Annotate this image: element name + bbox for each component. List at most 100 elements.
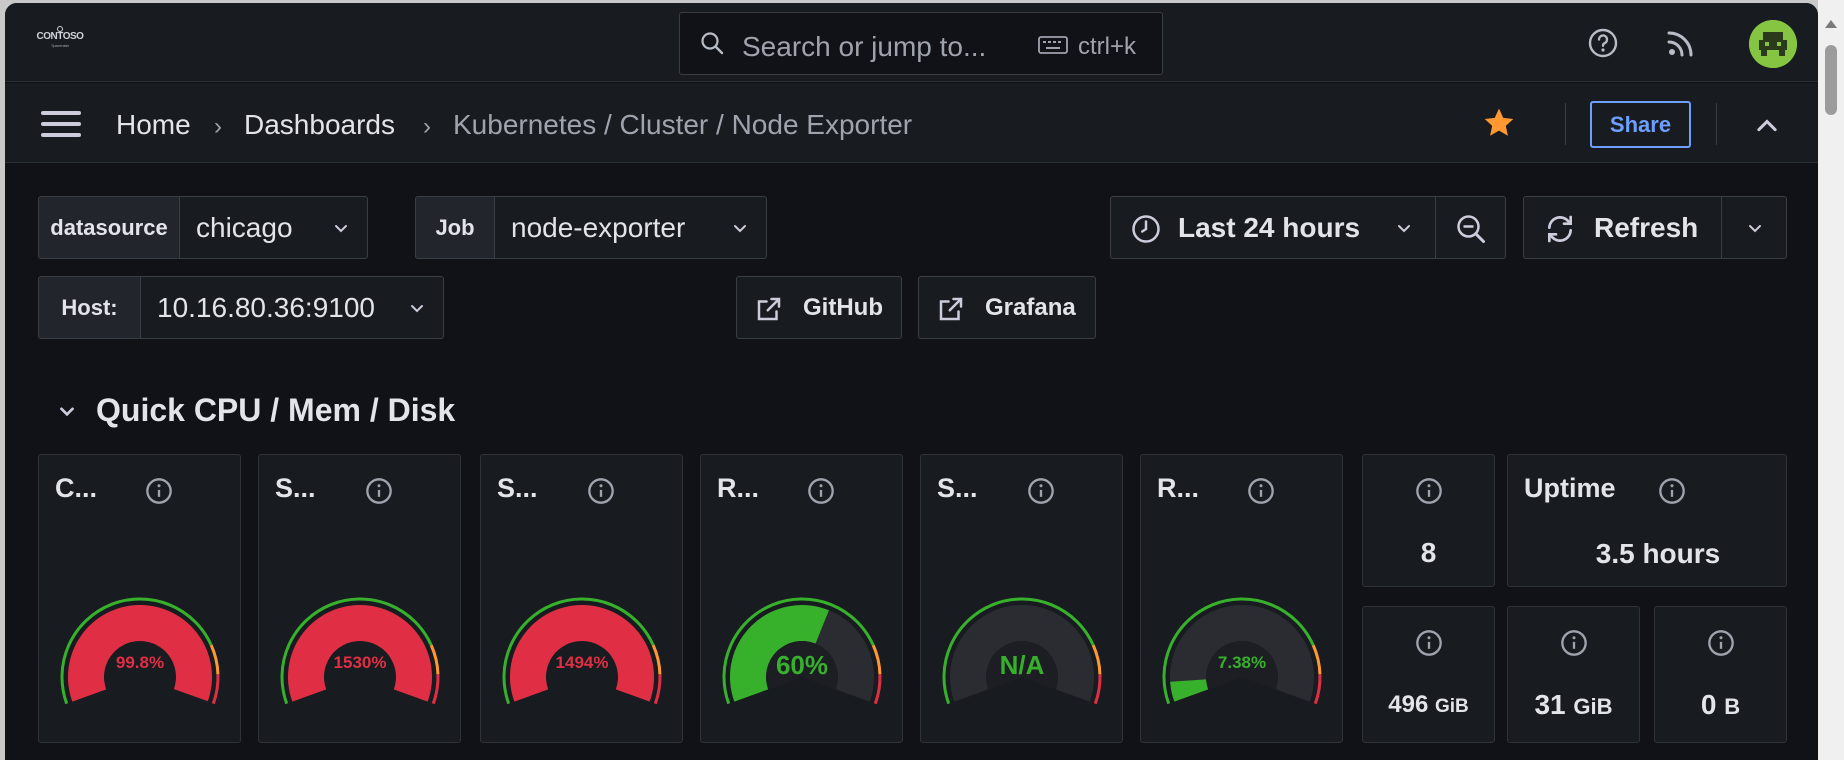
info-icon[interactable] bbox=[1415, 477, 1443, 505]
grafana-link-button[interactable]: Grafana bbox=[918, 276, 1096, 339]
gauge-panel[interactable]: R... 7.38% bbox=[1140, 454, 1343, 743]
root-fs-total-panel[interactable]: 496 GiB bbox=[1362, 606, 1495, 743]
github-link-button[interactable]: GitHub bbox=[736, 276, 902, 339]
refresh-button[interactable]: Refresh bbox=[1523, 196, 1722, 259]
menu-icon[interactable] bbox=[41, 111, 81, 137]
star-icon[interactable] bbox=[1482, 106, 1516, 140]
ram-total-panel[interactable]: 31 GiB bbox=[1507, 606, 1640, 743]
breadcrumb-home[interactable]: Home bbox=[116, 109, 191, 141]
uptime-title: Uptime bbox=[1524, 473, 1616, 503]
chevron-down-icon bbox=[411, 305, 423, 313]
gauge-panel[interactable]: S... 1494% bbox=[480, 454, 683, 743]
datasource-value: chicago bbox=[196, 212, 293, 243]
panel-title: R... bbox=[717, 473, 760, 503]
swap-total-unit: B bbox=[1724, 694, 1741, 719]
share-button[interactable]: Share bbox=[1590, 101, 1691, 148]
search-icon bbox=[701, 32, 724, 55]
gauge-panel[interactable]: C... 99.8% bbox=[38, 454, 241, 743]
gauge-value: 7.38% bbox=[1217, 653, 1267, 672]
info-icon[interactable] bbox=[1707, 629, 1735, 657]
root-fs-value: 496 GiB bbox=[1363, 691, 1494, 719]
swap-total-number: 0 bbox=[1700, 689, 1717, 720]
breadcrumb-dashboards[interactable]: Dashboards bbox=[244, 109, 395, 141]
zoom-out-icon bbox=[1457, 215, 1485, 243]
swap-total-value: 0 B bbox=[1655, 689, 1786, 721]
datasource-label: datasource bbox=[38, 196, 180, 259]
chevron-down-icon bbox=[1749, 225, 1761, 233]
gauge-threshold-arc bbox=[211, 674, 220, 705]
info-icon[interactable] bbox=[1658, 477, 1686, 505]
gauge-threshold-arc bbox=[653, 674, 662, 705]
external-link-icon bbox=[757, 297, 781, 321]
datasource-select[interactable]: chicago bbox=[179, 196, 368, 259]
chevron-up-icon[interactable] bbox=[1753, 111, 1781, 139]
gauge-panel[interactable]: R... 60% bbox=[700, 454, 903, 743]
avatar[interactable] bbox=[1749, 20, 1797, 68]
search-bar[interactable]: Search or jump to... ctrl+k bbox=[679, 12, 1163, 75]
panel-title: S... bbox=[275, 473, 316, 503]
info-icon[interactable] bbox=[1560, 629, 1588, 657]
scroll-up-arrow-icon[interactable] bbox=[1825, 20, 1837, 28]
gauge-panel[interactable]: S... 1530% bbox=[258, 454, 461, 743]
info-icon[interactable] bbox=[1247, 477, 1275, 505]
zoom-out-button[interactable] bbox=[1435, 196, 1506, 259]
help-icon[interactable] bbox=[1587, 27, 1619, 59]
chevron-down-icon bbox=[1398, 225, 1410, 233]
avatar-icon bbox=[1749, 20, 1797, 68]
info-icon[interactable] bbox=[365, 477, 393, 505]
keyboard-icon bbox=[1038, 36, 1068, 54]
root-fs-unit: GiB bbox=[1434, 696, 1469, 717]
gauge-fill bbox=[1170, 679, 1209, 702]
window-scrollbar[interactable] bbox=[1818, 0, 1844, 760]
row-collapse-chevron-icon[interactable] bbox=[57, 401, 77, 421]
uptime-value: 3.5 hours bbox=[1595, 538, 1721, 569]
nav-bar: Home › Dashboards › Kubernetes / Cluster… bbox=[5, 83, 1818, 163]
contoso-logo[interactable]: CONTOSO Spacemaker bbox=[35, 26, 85, 55]
swap-total-panel[interactable]: 0 B bbox=[1654, 606, 1787, 743]
gauge-value: 1530% bbox=[333, 653, 387, 672]
logo-text: CONTOSO bbox=[36, 31, 84, 42]
gauge-panel[interactable]: S... N/A bbox=[920, 454, 1123, 743]
external-link-icon bbox=[939, 297, 963, 321]
scrollbar-thumb[interactable] bbox=[1825, 45, 1837, 115]
row-title[interactable]: Quick CPU / Mem / Disk bbox=[96, 392, 455, 429]
breadcrumb-separator-icon: › bbox=[214, 113, 222, 140]
refresh-interval-dropdown[interactable] bbox=[1721, 196, 1787, 259]
gauge-chart bbox=[942, 597, 1102, 705]
divider bbox=[1565, 103, 1566, 145]
gauge-chart bbox=[722, 597, 882, 705]
rss-icon[interactable] bbox=[1665, 27, 1697, 59]
search-shortcut: ctrl+k bbox=[1078, 33, 1137, 60]
gauge-chart bbox=[280, 597, 440, 705]
gauge-threshold-arc bbox=[1313, 674, 1322, 705]
job-select[interactable]: node-exporter bbox=[494, 196, 767, 259]
host-value: 10.16.80.36:9100 bbox=[157, 292, 375, 323]
ram-total-unit: GiB bbox=[1573, 694, 1613, 719]
info-icon[interactable] bbox=[1415, 629, 1443, 657]
uptime-panel[interactable]: Uptime 3.5 hours bbox=[1507, 454, 1787, 587]
root-fs-number: 496 bbox=[1388, 691, 1429, 718]
refresh-label: Refresh bbox=[1594, 212, 1699, 243]
ram-total-value: 31 GiB bbox=[1508, 689, 1639, 721]
gauge-value: 60% bbox=[775, 650, 829, 680]
host-select[interactable]: 10.16.80.36:9100 bbox=[140, 276, 444, 339]
time-range-picker[interactable]: Last 24 hours bbox=[1110, 196, 1436, 259]
ram-total-number: 31 bbox=[1534, 689, 1566, 720]
gauge-value: 99.8% bbox=[115, 653, 165, 672]
info-icon[interactable] bbox=[587, 477, 615, 505]
cpu-cores-panel[interactable]: 8 bbox=[1362, 454, 1495, 587]
info-icon[interactable] bbox=[1027, 477, 1055, 505]
host-label: Host: bbox=[38, 276, 141, 339]
app-window: CONTOSO Spacemaker Search or jump to... … bbox=[5, 3, 1818, 760]
info-icon[interactable] bbox=[807, 477, 835, 505]
refresh-icon bbox=[1548, 215, 1572, 243]
gauge-value: N/A bbox=[999, 650, 1045, 680]
gauge-chart bbox=[60, 597, 220, 705]
job-label: Job bbox=[415, 196, 495, 259]
info-icon[interactable] bbox=[145, 477, 173, 505]
gauge-value: 1494% bbox=[555, 653, 609, 672]
grafana-label: Grafana bbox=[985, 294, 1076, 321]
panel-title: S... bbox=[497, 473, 538, 503]
logo-subtext: Spacemaker bbox=[51, 43, 69, 48]
clock-icon bbox=[1132, 215, 1160, 243]
